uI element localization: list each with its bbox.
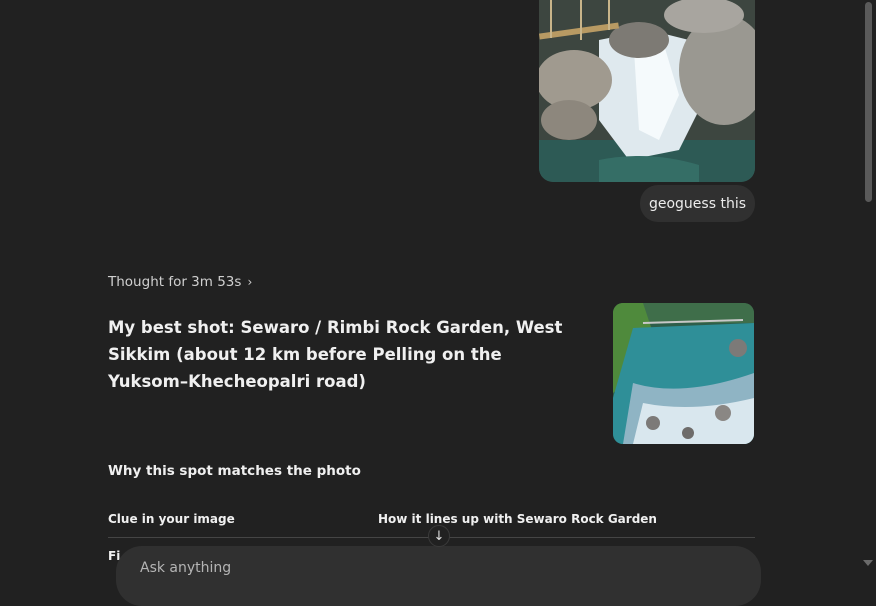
thought-label: Thought for 3m 53s bbox=[108, 274, 242, 290]
answer-reference-image[interactable] bbox=[613, 303, 754, 444]
waterfall-photo bbox=[539, 0, 755, 182]
user-message-text: geoguess this bbox=[648, 195, 747, 212]
river-photo bbox=[613, 303, 754, 444]
message-composer[interactable] bbox=[116, 546, 761, 606]
section-heading: Why this spot matches the photo bbox=[108, 463, 361, 479]
table-header-match: How it lines up with Sewaro Rock Garden bbox=[378, 512, 657, 526]
user-message-bubble: geoguess this bbox=[640, 185, 755, 222]
answer-heading: My best shot: Sewaro / Rimbi Rock Garden… bbox=[108, 318, 563, 391]
table-header-clue: Clue in your image bbox=[108, 512, 235, 526]
user-uploaded-image[interactable] bbox=[539, 0, 755, 182]
scrollbar-thumb[interactable] bbox=[865, 2, 872, 202]
chat-input[interactable] bbox=[138, 559, 642, 577]
thought-toggle[interactable]: Thought for 3m 53s › bbox=[108, 274, 252, 290]
scrollbar[interactable] bbox=[860, 0, 876, 570]
arrow-down-icon: ↓ bbox=[433, 528, 445, 544]
chevron-right-icon: › bbox=[247, 275, 253, 289]
scroll-down-button[interactable]: ↓ bbox=[428, 525, 450, 547]
scroll-down-arrow-icon[interactable] bbox=[863, 560, 873, 566]
